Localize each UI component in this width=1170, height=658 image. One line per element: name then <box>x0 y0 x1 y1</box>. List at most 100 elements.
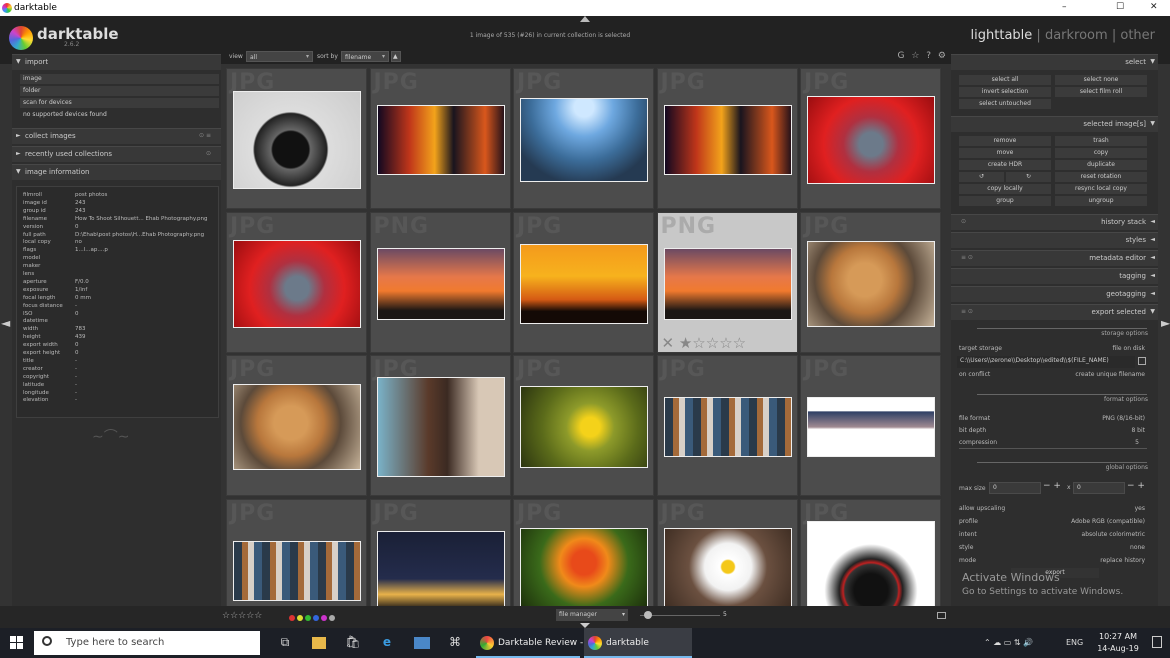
view-darkroom[interactable]: darkroom <box>1045 28 1108 43</box>
thumbnail-cell[interactable]: JPG <box>226 211 367 353</box>
style-select[interactable]: style none <box>959 543 1149 553</box>
reset-icon[interactable]: ⊙ <box>961 218 966 225</box>
profile-select[interactable]: profile Adobe RGB (compatible) <box>959 517 1149 527</box>
intent-select[interactable]: intent absolute colorimetric <box>959 530 1149 540</box>
move-button[interactable]: move <box>959 148 1051 158</box>
remove-button[interactable]: remove <box>959 136 1051 146</box>
sort-select[interactable]: filename ▾ <box>341 51 389 62</box>
network-tool-icon[interactable]: ⌘ <box>447 635 463 651</box>
view-select[interactable]: all ▾ <box>246 51 313 62</box>
store-icon[interactable]: 🛍 <box>345 635 361 651</box>
maximize-button[interactable]: ☐ <box>1116 2 1124 12</box>
reset-rotation-button[interactable]: reset rotation <box>1055 172 1147 182</box>
scan-devices-button[interactable]: scan for devices <box>20 98 219 108</box>
thumbnail-cell[interactable]: JPG <box>656 498 798 606</box>
reject-icon[interactable]: ✕ <box>662 334 675 352</box>
expand-right-panel-icon[interactable]: ► <box>1161 316 1170 330</box>
preferences-gear-icon[interactable]: ⚙ <box>938 51 946 61</box>
selected-images-header[interactable]: selected image[s] ▼ <box>951 116 1158 132</box>
windows-start-icon[interactable] <box>10 636 24 650</box>
color-label-dot[interactable] <box>313 615 319 621</box>
thumbnail-cell[interactable]: JPG <box>656 68 798 209</box>
import-header[interactable]: ▼ import <box>12 54 221 70</box>
overlay-star-icon[interactable]: ☆ <box>911 51 919 61</box>
thumbnail-cell[interactable]: JPG <box>369 68 511 209</box>
help-icon[interactable]: ? <box>926 51 931 61</box>
taskbar-app-browser[interactable]: Darktable Review - ... <box>476 628 595 658</box>
folder-browse-icon[interactable] <box>1138 357 1146 365</box>
select-none-button[interactable]: select none <box>1055 75 1147 85</box>
taskbar-clock[interactable]: 10:27 AM 14-Aug-19 <box>1092 632 1144 653</box>
select-all-button[interactable]: select all <box>959 75 1051 85</box>
taskbar-search-box[interactable]: Type here to search <box>34 631 260 655</box>
select-header[interactable]: select ▼ <box>951 54 1158 70</box>
edge-icon[interactable]: e <box>379 635 395 651</box>
thumbnail-cell[interactable]: JPG <box>369 498 511 606</box>
styles-header[interactable]: styles ◄ <box>951 232 1158 248</box>
tray-icons[interactable]: ⌃ ☁ ▭ ⇅ 🔊 <box>984 638 1033 647</box>
layout-select[interactable]: file manager ▾ <box>556 609 628 621</box>
thumbnail-cell[interactable]: JPG <box>226 355 367 496</box>
language-indicator[interactable]: ENG <box>1066 638 1083 647</box>
compression-track[interactable] <box>959 448 1147 449</box>
reset-icon[interactable]: ⊙ <box>206 150 211 157</box>
sort-direction-button[interactable]: ▲ <box>391 51 401 62</box>
minimize-button[interactable]: – <box>1062 2 1067 12</box>
tagging-header[interactable]: tagging ◄ <box>951 268 1158 284</box>
thumbnail-cell[interactable]: JPG <box>800 355 941 496</box>
max-width-input[interactable]: 0 <box>989 482 1041 494</box>
task-view-icon[interactable]: ⧉ <box>277 635 293 651</box>
color-label-dot[interactable] <box>321 615 327 621</box>
presets-icon[interactable]: ≡ ⊙ <box>961 308 973 315</box>
group-button[interactable]: group <box>959 196 1051 206</box>
import-image-button[interactable]: image <box>20 74 219 84</box>
export-selected-header[interactable]: ≡ ⊙ export selected ▼ <box>951 304 1158 320</box>
view-other[interactable]: other <box>1120 28 1155 43</box>
on-conflict-select[interactable]: on conflict create unique filename <box>959 370 1149 380</box>
collect-images-header[interactable]: ► collect images ⊙ ≡ <box>12 128 221 144</box>
mode-select[interactable]: mode replace history <box>959 556 1149 566</box>
star-rating-filter[interactable]: ☆☆☆☆☆ <box>222 611 262 621</box>
select-untouched-button[interactable]: select untouched <box>959 99 1051 109</box>
close-button[interactable]: ✕ <box>1150 2 1158 12</box>
history-stack-header[interactable]: ⊙ history stack ◄ <box>951 214 1158 230</box>
thumbnail-cell[interactable]: JPG <box>513 68 654 209</box>
copy-locally-button[interactable]: copy locally <box>959 184 1051 194</box>
thumbnail-cell[interactable]: JPG <box>226 68 367 209</box>
thumbnail-cell[interactable]: JPG <box>513 355 654 496</box>
rating-stars[interactable]: ✕ ★☆☆☆☆ <box>662 334 747 352</box>
image-information-header[interactable]: ▼ image information <box>12 164 221 180</box>
metadata-editor-header[interactable]: ≡ ⊙ metadata editor ◄ <box>951 250 1158 266</box>
zoom-slider-knob[interactable] <box>644 611 652 619</box>
thumbnail-cell[interactable]: JPG <box>226 498 367 606</box>
allow-upscaling-select[interactable]: allow upscaling yes <box>959 504 1149 514</box>
duplicate-button[interactable]: duplicate <box>1055 160 1147 170</box>
target-storage-select[interactable]: target storage file on disk <box>959 344 1149 354</box>
import-folder-button[interactable]: folder <box>20 86 219 96</box>
presets-icon[interactable]: ≡ ⊙ <box>961 254 973 261</box>
thumbnail-cell[interactable]: JPG <box>800 498 941 606</box>
color-label-dot[interactable] <box>289 615 295 621</box>
file-explorer-icon[interactable] <box>312 637 326 649</box>
invert-selection-button[interactable]: invert selection <box>959 87 1051 97</box>
file-format-select[interactable]: file format PNG (8/16-bit) <box>959 414 1149 424</box>
compression-slider[interactable]: compression 5 <box>959 438 1149 448</box>
reset-icon[interactable]: ⊙ ≡ <box>199 132 211 139</box>
minus-plus-icon[interactable]: − + <box>1043 481 1061 491</box>
geotagging-header[interactable]: geotagging ◄ <box>951 286 1158 302</box>
star-rating[interactable]: ★☆☆☆☆ <box>679 334 746 352</box>
thumbnail-cell[interactable]: JPG <box>656 355 798 496</box>
monitor-icon[interactable] <box>937 612 946 619</box>
ungroup-button[interactable]: ungroup <box>1055 196 1147 206</box>
copy-button[interactable]: copy <box>1055 148 1147 158</box>
thumbnail-cell[interactable]: PNG <box>369 211 511 353</box>
minus-plus-icon[interactable]: − + <box>1127 481 1145 491</box>
create-hdr-button[interactable]: create HDR <box>959 160 1051 170</box>
rotate-cw-icon[interactable]: ↻ <box>1006 172 1051 182</box>
select-film-roll-button[interactable]: select film roll <box>1055 87 1147 97</box>
color-label-dot[interactable] <box>329 615 335 621</box>
color-label-dot[interactable] <box>305 615 311 621</box>
view-lighttable[interactable]: lighttable <box>971 28 1033 43</box>
thumbnail-cell[interactable]: JPG <box>800 68 941 209</box>
thumbnail-cell[interactable]: PNG ✕ ★☆☆☆☆ <box>656 211 798 353</box>
